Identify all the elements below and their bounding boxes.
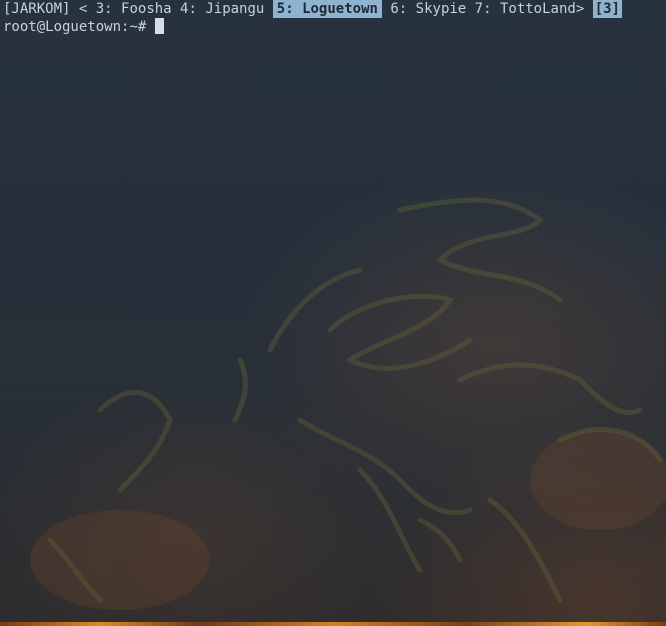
command-line[interactable]: root@Loguetown:~# xyxy=(3,18,165,36)
tab-window-6[interactable]: 6: Skypie xyxy=(390,0,466,18)
tab-window-5-active[interactable]: 5: Loguetown xyxy=(272,0,382,18)
text-cursor xyxy=(155,18,165,34)
tab-window-4[interactable]: 4: Jipangu xyxy=(180,0,264,18)
tmux-status-bar: [JARKOM] < 3: Foosha 4: Jipangu 5: Logue… xyxy=(0,0,622,18)
overflow-window-count[interactable]: [3] xyxy=(592,0,622,18)
wallpaper-glow-strip xyxy=(0,622,666,626)
scroll-right-marker: > xyxy=(575,1,585,17)
scroll-left-marker: < xyxy=(78,1,88,17)
wallpaper-image xyxy=(30,197,666,610)
tab-window-7[interactable]: 7: TottoLand xyxy=(475,0,576,18)
shell-prompt: root@Loguetown:~# xyxy=(3,19,147,35)
tab-window-3[interactable]: 3: Foosha xyxy=(96,0,172,18)
session-label: [JARKOM] xyxy=(3,1,71,17)
terminal-screen[interactable]: [JARKOM] < 3: Foosha 4: Jipangu 5: Logue… xyxy=(0,0,666,626)
